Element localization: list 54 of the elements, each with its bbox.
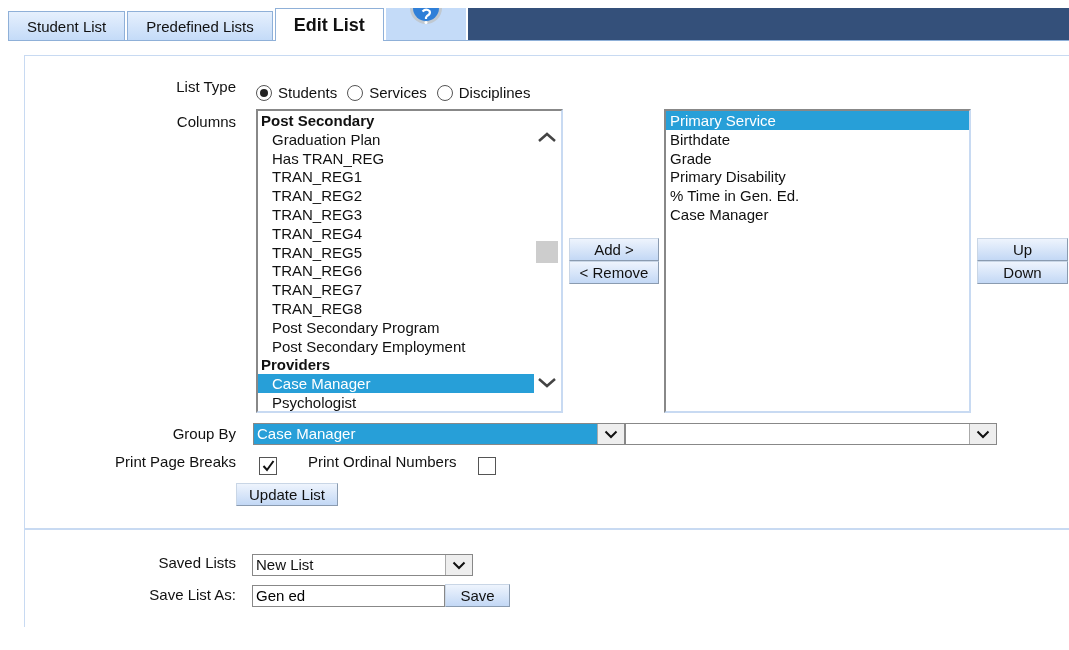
checkbox[interactable] [478, 457, 497, 475]
list-item[interactable]: Birthdate [666, 129, 969, 149]
tab[interactable]: Predefined Lists [127, 11, 273, 40]
caret-icon [452, 560, 466, 570]
list-item[interactable]: Primary Disability [666, 167, 969, 187]
list-item[interactable]: TRAN_REG2 [258, 186, 534, 205]
radio-option[interactable]: Services [347, 84, 427, 101]
field-label: List Type [175, 77, 236, 95]
tab[interactable]: Edit List [274, 8, 384, 41]
scroll-up-icon[interactable] [537, 131, 557, 143]
radio-option[interactable]: Students [256, 84, 338, 101]
tab[interactable]: Student List [8, 11, 126, 40]
check-icon [261, 460, 275, 472]
field-label: Print Ordinal Numbers [308, 452, 457, 470]
move-button[interactable]: Add > [569, 238, 659, 261]
save-button[interactable]: Save [445, 584, 510, 607]
checkbox[interactable] [259, 457, 277, 475]
list-item[interactable]: % Time in Gen. Ed. [666, 186, 969, 205]
list-item[interactable]: Graduation Plan [258, 129, 534, 149]
field-label: Saved Lists [157, 553, 236, 571]
select-value: Case Manager [254, 424, 597, 444]
move-button[interactable]: < Remove [569, 261, 659, 284]
order-button[interactable]: Down [977, 261, 1068, 284]
list-item[interactable]: TRAN_REG3 [258, 205, 534, 224]
list-item[interactable]: TRAN_REG5 [258, 242, 534, 262]
list-group-header: Post Secondary [260, 111, 376, 130]
list-item[interactable]: TRAN_REG6 [258, 261, 534, 281]
list-item[interactable]: TRAN_REG8 [258, 298, 534, 318]
list-item[interactable]: Grade [666, 148, 969, 168]
list-item[interactable]: Post Secondary Program [258, 317, 534, 337]
list-item[interactable]: TRAN_REG7 [258, 280, 534, 299]
list-name-field[interactable]: Gen ed [252, 584, 445, 607]
available-columns-list[interactable] [256, 109, 563, 413]
update-list-button[interactable]: Update List [236, 483, 338, 506]
field-label: Save List As: [148, 585, 236, 603]
caret-icon [976, 429, 990, 439]
group-by-select[interactable] [625, 423, 997, 445]
list-item[interactable]: TRAN_REG4 [258, 223, 534, 243]
list-item[interactable]: Psychologist [258, 392, 534, 411]
list-item[interactable]: Case Manager [666, 205, 969, 224]
caret-icon [604, 429, 618, 439]
order-button[interactable]: Up [977, 238, 1068, 261]
scroll-down-icon[interactable] [537, 377, 557, 389]
scrollbar-thumb[interactable] [536, 241, 558, 263]
field-label: Print Page Breaks [114, 453, 236, 470]
radio-option[interactable]: Disciplines [436, 84, 531, 101]
list-item[interactable]: Has TRAN_REG [258, 148, 534, 168]
selected-columns-list[interactable]: Primary Service Birthdate Grade Primary Disability % Time in Gen. Ed. Case Manager [664, 109, 971, 413]
list-item[interactable]: TRAN_REG1 [258, 167, 534, 187]
field-label: Columns [175, 112, 236, 130]
field-label: Group By [171, 424, 236, 442]
saved-lists-select[interactable]: New List [252, 554, 473, 576]
list-group-header: Providers [260, 355, 332, 375]
list-item[interactable]: Post Secondary Employment [258, 336, 534, 356]
